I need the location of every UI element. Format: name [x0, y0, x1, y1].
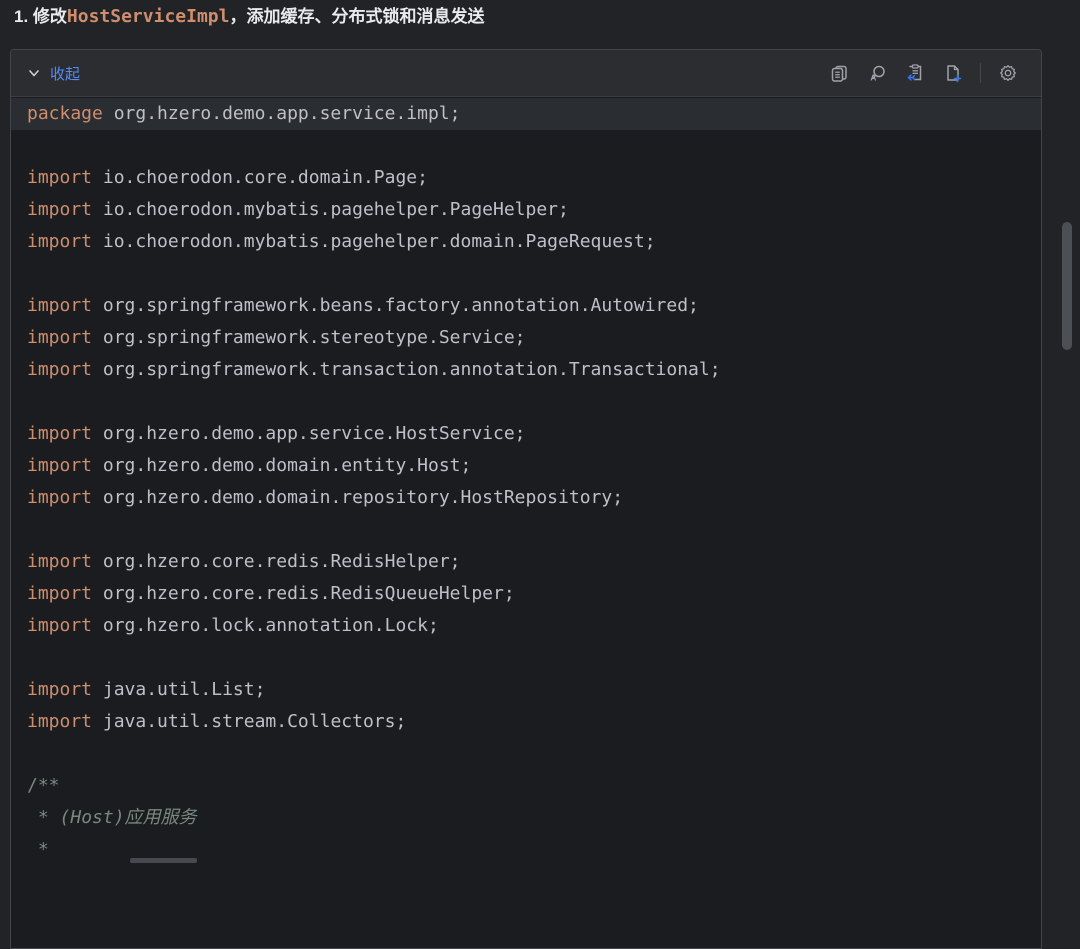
search-icon: A: [867, 63, 888, 84]
code-line: import org.hzero.lock.annotation.Lock;: [11, 610, 1041, 642]
code-line: [11, 642, 1041, 674]
code-line: [11, 130, 1041, 162]
code-line: [11, 738, 1041, 770]
code-line: import org.hzero.demo.domain.repository.…: [11, 482, 1041, 514]
settings-button[interactable]: [993, 58, 1023, 88]
code-line: import java.util.List;: [11, 674, 1041, 706]
insert-at-caret-icon: [904, 62, 926, 84]
page-title: 1. 修改HostServiceImpl，添加缓存、分布式锁和消息发送: [0, 0, 1080, 44]
new-file-icon: [942, 62, 964, 84]
collapse-button[interactable]: 收起: [27, 63, 80, 84]
search-button[interactable]: A: [862, 58, 892, 88]
code-panel-header: 收起 A: [11, 50, 1041, 97]
code-line: import io.choerodon.core.domain.Page;: [11, 162, 1041, 194]
code-toolbar: A: [824, 58, 1023, 88]
code-line: [11, 514, 1041, 546]
title-suffix: ，添加缓存、分布式锁和消息发送: [229, 7, 484, 26]
code-line: [11, 258, 1041, 290]
horizontal-scrollbar[interactable]: [130, 858, 197, 863]
gear-icon: [997, 62, 1019, 84]
code-line: import org.springframework.stereotype.Se…: [11, 322, 1041, 354]
chevron-down-icon: [27, 66, 41, 80]
code-line: package org.hzero.demo.app.service.impl;: [11, 98, 1041, 130]
code-line: /**: [11, 770, 1041, 802]
code-line: import org.hzero.demo.domain.entity.Host…: [11, 450, 1041, 482]
code-line: * (Host)应用服务: [11, 802, 1041, 834]
title-inline-code: HostServiceImpl: [67, 6, 230, 27]
copy-button[interactable]: [824, 58, 854, 88]
toolbar-divider: [980, 63, 981, 83]
code-line: import org.springframework.beans.factory…: [11, 290, 1041, 322]
insert-at-caret-button[interactable]: [900, 58, 930, 88]
code-panel: 收起 A: [10, 49, 1042, 949]
collapse-label: 收起: [50, 63, 80, 84]
vertical-scrollbar[interactable]: [1062, 222, 1072, 350]
code-line: import io.choerodon.mybatis.pagehelper.d…: [11, 226, 1041, 258]
code-line: import org.hzero.core.redis.RedisQueueHe…: [11, 578, 1041, 610]
code-block: package org.hzero.demo.app.service.impl;…: [11, 97, 1041, 866]
copy-icon: [829, 63, 850, 84]
title-prefix: 1. 修改: [14, 7, 67, 26]
new-file-button[interactable]: [938, 58, 968, 88]
code-line: import org.hzero.core.redis.RedisHelper;: [11, 546, 1041, 578]
code-line: import org.hzero.demo.app.service.HostSe…: [11, 418, 1041, 450]
code-line: [11, 386, 1041, 418]
code-line: import java.util.stream.Collectors;: [11, 706, 1041, 738]
svg-text:A: A: [870, 72, 876, 82]
code-line: import io.choerodon.mybatis.pagehelper.P…: [11, 194, 1041, 226]
code-line: import org.springframework.transaction.a…: [11, 354, 1041, 386]
